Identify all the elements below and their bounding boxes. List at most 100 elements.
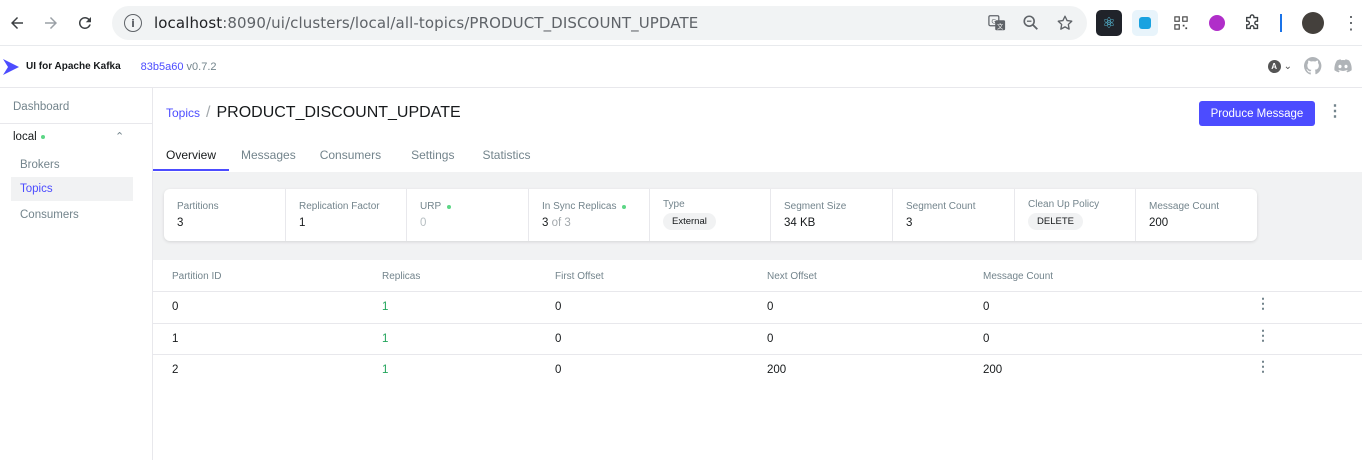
metric-label: URP <box>420 201 528 212</box>
sidebar-item-label: Topics <box>20 183 53 195</box>
metric-label: Type <box>663 199 685 210</box>
zoom-icon[interactable] <box>1021 13 1041 33</box>
metric-partitions: Partitions 3 <box>164 189 286 241</box>
metric-label: Message Count <box>1149 201 1220 212</box>
brand-name[interactable]: UI for Apache Kafka <box>26 61 121 72</box>
produce-message-button[interactable]: Produce Message <box>1199 101 1315 126</box>
site-info-icon[interactable]: i <box>124 14 142 32</box>
metric-label: Replication Factor <box>299 201 380 212</box>
column-header-partition-id[interactable]: Partition ID <box>172 271 221 282</box>
svg-text:G: G <box>991 18 996 25</box>
cell-next-offset: 0 <box>767 301 774 313</box>
metric-value: 1 <box>299 217 306 229</box>
metric-in-sync-replicas: In Sync Replicas 3 of 3 <box>529 189 650 241</box>
partitions-table: Partition ID Replicas First Offset Next … <box>153 262 1362 387</box>
browser-menu-icon[interactable]: ⋮ <box>1342 13 1360 34</box>
more-actions-icon[interactable]: ⋮ <box>1327 104 1343 120</box>
extension-purple-icon[interactable] <box>1204 10 1230 36</box>
metric-urp: URP 0 <box>407 189 529 241</box>
sidebar-item-brokers[interactable]: Brokers <box>11 153 133 177</box>
table-header: Partition ID Replicas First Offset Next … <box>153 262 1362 292</box>
bookmark-star-icon[interactable] <box>1055 13 1075 33</box>
address-bar[interactable]: i localhost:8090/ui/clusters/local/all-t… <box>112 6 1087 40</box>
extension-blue-icon[interactable] <box>1132 10 1158 36</box>
cell-partition-id: 1 <box>172 332 179 345</box>
cell-replicas[interactable]: 1 <box>382 333 388 345</box>
column-header-next-offset[interactable]: Next Offset <box>767 271 817 282</box>
metric-value: 200 <box>1149 217 1169 229</box>
kafka-ui-logo-icon[interactable] <box>2 57 20 77</box>
metric-value: 3 <box>177 217 184 229</box>
tab-consumers[interactable]: Consumers <box>308 138 393 171</box>
metric-segment-count: Segment Count 3 <box>893 189 1015 241</box>
status-dot <box>447 204 452 209</box>
metric-cleanup-policy: Clean Up Policy DELETE <box>1015 189 1136 241</box>
breadcrumb-topics-link[interactable]: Topics <box>166 106 200 120</box>
commit-link[interactable]: 83b5a60 <box>141 61 184 73</box>
qr-code-icon[interactable] <box>1168 10 1194 36</box>
cell-partition-id: 2 <box>172 364 179 376</box>
sidebar-item-label: Brokers <box>20 159 60 171</box>
back-button[interactable] <box>0 6 34 40</box>
reload-button[interactable] <box>68 6 102 40</box>
metric-value: 0 <box>420 217 427 229</box>
url-host: localhost <box>154 14 223 32</box>
user-menu[interactable]: A ⌄ <box>1267 59 1292 73</box>
cell-replicas[interactable]: 1 <box>382 301 388 313</box>
tab-statistics[interactable]: Statistics <box>470 138 542 171</box>
topic-tabs: Overview Messages Consumers Settings Sta… <box>153 138 1362 171</box>
version-info: 83b5a60 v0.7.2 <box>141 61 217 73</box>
cell-message-count: 0 <box>983 301 990 313</box>
profile-avatar[interactable] <box>1302 12 1324 34</box>
metric-segment-size: Segment Size 34 KB <box>771 189 893 241</box>
cell-replicas[interactable]: 1 <box>382 364 388 376</box>
row-actions-icon[interactable]: ⋮ <box>1256 328 1270 342</box>
cluster-status-dot <box>40 135 45 139</box>
sidebar-item-dashboard[interactable]: Dashboard <box>13 101 69 113</box>
browser-toolbar: i localhost:8090/ui/clusters/local/all-t… <box>0 0 1362 46</box>
tab-overview[interactable]: Overview <box>153 138 230 171</box>
sidebar-divider <box>0 123 153 124</box>
metric-label: Segment Size <box>784 201 847 212</box>
arrow-right-icon <box>45 16 57 29</box>
translate-icon[interactable]: 文G <box>987 13 1007 33</box>
column-header-replicas[interactable]: Replicas <box>382 271 420 282</box>
row-actions-icon[interactable]: ⋮ <box>1256 296 1270 310</box>
tab-settings[interactable]: Settings <box>393 138 470 171</box>
cell-partition-id: 0 <box>172 301 179 313</box>
metric-label: Partitions <box>177 201 219 212</box>
row-actions-icon[interactable]: ⋮ <box>1256 359 1270 373</box>
cell-next-offset: 0 <box>767 332 774 345</box>
metric-label: In Sync Replicas <box>542 201 649 212</box>
arrow-left-icon <box>11 16 23 29</box>
metric-message-count: Message Count 200 <box>1136 189 1257 241</box>
github-icon[interactable] <box>1304 57 1322 75</box>
cell-first-offset: 0 <box>555 364 562 376</box>
version-label: v0.7.2 <box>186 60 217 73</box>
cell-first-offset: 0 <box>555 301 562 313</box>
table-row: 1 1 0 0 0 ⋮ <box>153 324 1362 355</box>
sidebar-cluster-local[interactable]: local <box>13 131 45 143</box>
column-header-message-count[interactable]: Message Count <box>983 271 1053 282</box>
react-devtools-icon[interactable]: ⚛ <box>1096 10 1122 36</box>
metric-replication-factor: Replication Factor 1 <box>286 189 407 241</box>
metric-type: Type External <box>650 189 771 241</box>
url-text[interactable]: localhost:8090/ui/clusters/local/all-top… <box>154 14 698 32</box>
metrics-section: Partitions 3 Replication Factor 1 URP 0 … <box>153 172 1362 260</box>
sidebar-item-consumers[interactable]: Consumers <box>11 203 133 227</box>
chevron-up-icon[interactable]: ⌃ <box>115 130 124 143</box>
sidebar-item-topics[interactable]: Topics <box>11 177 133 201</box>
forward-button[interactable] <box>34 6 68 40</box>
metric-label-text: URP <box>420 201 442 212</box>
column-header-first-offset[interactable]: First Offset <box>555 271 604 282</box>
cell-next-offset: 200 <box>767 364 787 376</box>
url-path: :8090/ui/clusters/local/all-topics/PRODU… <box>222 14 699 32</box>
tab-messages[interactable]: Messages <box>229 138 308 171</box>
discord-icon[interactable] <box>1334 57 1352 75</box>
extensions-puzzle-icon[interactable] <box>1240 10 1266 36</box>
metric-label: Segment Count <box>906 201 976 212</box>
in-sync-total: of 3 <box>551 217 571 229</box>
sidebar-item-label: Consumers <box>20 209 79 221</box>
svg-text:文: 文 <box>997 21 1004 30</box>
metric-value: 3 of 3 <box>542 217 649 229</box>
